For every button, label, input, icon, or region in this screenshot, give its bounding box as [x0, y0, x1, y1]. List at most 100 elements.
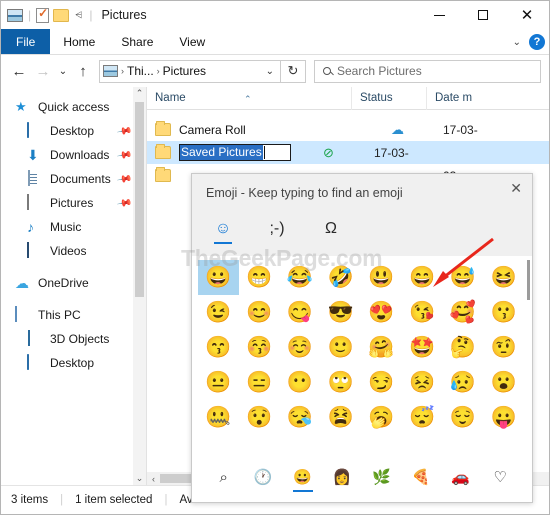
sidebar-item-this-pc[interactable]: This PC: [1, 303, 146, 327]
picture-icon[interactable]: [7, 8, 23, 22]
emoji-cell[interactable]: 😎: [320, 295, 361, 330]
sidebar-item-documents[interactable]: Documents 📌: [1, 167, 146, 191]
emoji-cell[interactable]: 😁: [239, 260, 280, 295]
recent-category[interactable]: 🕐: [248, 468, 278, 492]
emoji-cell[interactable]: 😃: [361, 260, 402, 295]
sidebar-item-onedrive[interactable]: ☁ OneDrive: [1, 271, 146, 295]
emoji-cell[interactable]: 🤨: [483, 330, 524, 365]
emoji-cell[interactable]: 😘: [402, 295, 443, 330]
emoji-cell[interactable]: 😴: [402, 400, 443, 435]
emoji-cell[interactable]: 😚: [239, 330, 280, 365]
emoji-cell[interactable]: 🤩: [402, 330, 443, 365]
new-folder-icon[interactable]: [53, 8, 70, 22]
recent-locations-button[interactable]: ⌄: [55, 59, 71, 83]
emoji-cell[interactable]: 😫: [320, 400, 361, 435]
smileys-category[interactable]: 😀: [288, 468, 318, 492]
emoji-cell[interactable]: 😅: [443, 260, 484, 295]
column-header-date[interactable]: Date m: [427, 87, 549, 110]
emoji-cell[interactable]: 😊: [239, 295, 280, 330]
tab-home[interactable]: Home: [50, 29, 108, 54]
emoji-cell[interactable]: 😍: [361, 295, 402, 330]
tab-view[interactable]: View: [166, 29, 218, 54]
emoji-cell[interactable]: 😪: [280, 400, 321, 435]
refresh-button[interactable]: ↻: [281, 59, 306, 83]
emoji-cell[interactable]: 😐: [198, 365, 239, 400]
tab-share[interactable]: Share: [108, 29, 166, 54]
scroll-up-icon[interactable]: ⌃: [136, 87, 144, 100]
close-icon[interactable]: ✕: [510, 181, 522, 195]
emoji-cell[interactable]: 😄: [402, 260, 443, 295]
emoji-cell[interactable]: 😆: [483, 260, 524, 295]
emoji-cell[interactable]: 😋: [280, 295, 321, 330]
emoji-cell[interactable]: 😛: [483, 400, 524, 435]
emoji-cell[interactable]: 😗: [483, 295, 524, 330]
sidebar-item-videos[interactable]: Videos: [1, 239, 146, 263]
customize-dropdown-icon[interactable]: ⩤: [73, 10, 84, 21]
symbols-category[interactable]: ♡: [485, 468, 515, 492]
breadcrumb-dropdown-icon[interactable]: ⌄: [266, 66, 277, 77]
sidebar-item-desktop-pc[interactable]: Desktop: [1, 351, 146, 375]
help-icon[interactable]: ?: [529, 34, 545, 50]
minimize-button[interactable]: [417, 1, 461, 29]
emoji-grid-scrollbar[interactable]: [527, 260, 530, 410]
emoji-cell[interactable]: 😌: [443, 400, 484, 435]
forward-button[interactable]: →: [31, 59, 55, 83]
emoji-cell[interactable]: 😥: [443, 365, 484, 400]
emoji-cell[interactable]: 🥰: [443, 295, 484, 330]
symbols-tab[interactable]: Ω: [318, 220, 344, 244]
tab-file[interactable]: File: [1, 29, 51, 54]
scroll-down-icon[interactable]: ⌄: [136, 472, 144, 485]
people-category[interactable]: 👩: [327, 468, 357, 492]
sidebar-item-downloads[interactable]: ⬇ Downloads 📌: [1, 143, 146, 167]
emoji-cell[interactable]: 😣: [402, 365, 443, 400]
table-row[interactable]: Camera Roll ☁ 17-03-: [147, 118, 549, 141]
travel-category[interactable]: 🚗: [446, 468, 476, 492]
sidebar-item-quick-access[interactable]: ★ Quick access: [1, 95, 146, 119]
sidebar-item-music[interactable]: ♪ Music: [1, 215, 146, 239]
sidebar-item-desktop[interactable]: Desktop 📌: [1, 119, 146, 143]
emoji-cell[interactable]: 🤗: [361, 330, 402, 365]
emoji-cell[interactable]: 😉: [198, 295, 239, 330]
emoji-cell[interactable]: 🙂: [320, 330, 361, 365]
search-category[interactable]: ⌕: [209, 469, 239, 492]
breadcrumb-item-thispc[interactable]: Thi...: [127, 64, 154, 78]
breadcrumb[interactable]: › Thi... › Pictures ⌄: [99, 59, 281, 83]
breadcrumb-item-pictures[interactable]: Pictures: [163, 64, 206, 78]
food-category[interactable]: 🍕: [406, 468, 436, 492]
sidebar-scroll-thumb[interactable]: [135, 102, 144, 297]
emoji-cell[interactable]: ☺️: [280, 330, 321, 365]
emoji-cell[interactable]: 😏: [361, 365, 402, 400]
emoji-cell[interactable]: 🤔: [443, 330, 484, 365]
nature-category[interactable]: 🌿: [367, 468, 397, 492]
sidebar-item-3d-objects[interactable]: 3D Objects: [1, 327, 146, 351]
emoji-cell[interactable]: 😮: [483, 365, 524, 400]
emoji-tab[interactable]: ☺: [210, 220, 236, 244]
search-input[interactable]: Search Pictures: [314, 59, 541, 83]
back-button[interactable]: ←: [7, 59, 31, 83]
kaomoji-tab[interactable]: ;-): [264, 220, 290, 244]
rename-input[interactable]: Saved Pictures: [179, 144, 291, 161]
maximize-button[interactable]: [461, 1, 505, 29]
table-row[interactable]: Saved Pictures ⊘ 17-03-: [147, 141, 549, 164]
emoji-cell[interactable]: 😯: [239, 400, 280, 435]
emoji-cell[interactable]: 😙: [198, 330, 239, 365]
emoji-cell[interactable]: 😑: [239, 365, 280, 400]
column-header-name[interactable]: Name ⌃: [147, 86, 352, 110]
close-button[interactable]: ✕: [505, 1, 549, 29]
emoji-cell[interactable]: 🥱: [361, 400, 402, 435]
emoji-scroll-thumb[interactable]: [527, 260, 530, 300]
sidebar-item-pictures[interactable]: Pictures 📌: [1, 191, 146, 215]
emoji-cell[interactable]: 🤣: [320, 260, 361, 295]
sidebar-item-label: Desktop: [50, 124, 95, 138]
emoji-cell[interactable]: 😂: [280, 260, 321, 295]
column-header-status[interactable]: Status: [352, 86, 427, 110]
up-button[interactable]: ↑: [71, 59, 95, 83]
emoji-cell[interactable]: 😶: [280, 365, 321, 400]
emoji-cell[interactable]: 🤐: [198, 400, 239, 435]
properties-icon[interactable]: [36, 6, 50, 23]
expand-ribbon-icon[interactable]: ⌄: [513, 37, 521, 48]
emoji-cell[interactable]: 🙄: [320, 365, 361, 400]
emoji-cell[interactable]: 😀: [198, 260, 239, 295]
scroll-left-icon[interactable]: ‹: [147, 474, 160, 484]
sidebar-scrollbar[interactable]: ⌃ ⌄: [133, 87, 146, 485]
